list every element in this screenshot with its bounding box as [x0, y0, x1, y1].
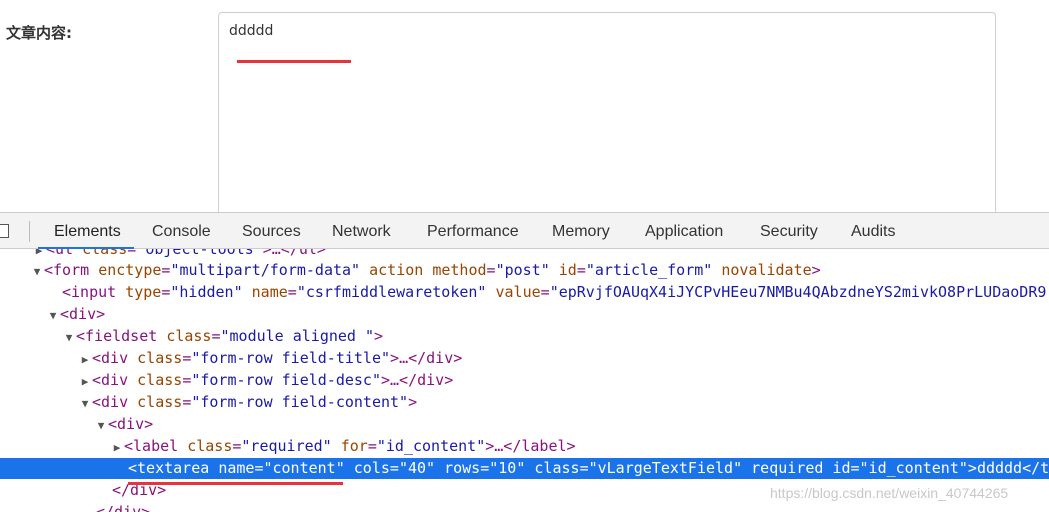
expand-triangle-icon[interactable]: ▶ [110, 437, 124, 459]
dom-node-close-div[interactable]: </div> [0, 501, 1049, 512]
watermark: https://blog.csdn.net/weixin_40744265 [770, 485, 1009, 501]
annotation-underline-bottom [128, 482, 343, 485]
elements-tree: ▶ <ul class="object-tools">…</ul> ▼ <form … [0, 249, 1049, 512]
tab-audits[interactable]: Audits [851, 213, 895, 249]
tab-network[interactable]: Network [332, 213, 391, 249]
tab-sources[interactable]: Sources [242, 213, 301, 249]
dom-node-form[interactable]: ▼ <form enctype="multipart/form-data" act… [0, 259, 1049, 281]
tab-memory[interactable]: Memory [552, 213, 610, 249]
dom-node-label[interactable]: ▶ <label class="required" for="id_content… [0, 435, 1049, 457]
collapse-triangle-icon[interactable]: ▼ [94, 415, 108, 437]
expand-triangle-icon[interactable]: ▶ [78, 371, 92, 393]
devtools-panel: Elements Console Sources Network Perform… [0, 212, 1049, 512]
content-textarea[interactable]: ddddd [218, 12, 996, 222]
tab-elements[interactable]: Elements [54, 213, 121, 249]
dom-node-field-title[interactable]: ▶ <div class="form-row field-title">…</di… [0, 347, 1049, 369]
dom-node-fieldset[interactable]: ▼ <fieldset class="module aligned "> [0, 325, 1049, 347]
dom-node-inner-div[interactable]: ▼ <div> [0, 413, 1049, 435]
expand-triangle-icon[interactable]: ▶ [78, 349, 92, 371]
dom-node-field-desc[interactable]: ▶ <div class="form-row field-desc">…</div… [0, 369, 1049, 391]
tab-performance[interactable]: Performance [427, 213, 519, 249]
dom-node-div[interactable]: ▼ <div> [0, 303, 1049, 325]
devtools-tabbar: Elements Console Sources Network Perform… [0, 212, 1049, 249]
dom-node-textarea-selected[interactable]: <textarea name="content" cols="40" rows=… [0, 458, 1049, 479]
dom-node-field-content[interactable]: ▼ <div class="form-row field-content"> [0, 391, 1049, 413]
collapse-triangle-icon[interactable]: ▼ [62, 327, 76, 349]
collapse-triangle-icon[interactable]: ▼ [46, 305, 60, 327]
collapse-triangle-icon[interactable]: ▼ [78, 393, 92, 415]
dom-node-input[interactable]: <input type="hidden" name="csrfmiddlewar… [0, 281, 1049, 303]
page-area: 文章内容: ddddd [0, 0, 1049, 222]
collapse-triangle-icon[interactable]: ▼ [30, 261, 44, 283]
textarea-value: ddddd [229, 23, 274, 39]
field-label: 文章内容: [6, 24, 72, 42]
annotation-underline-top [237, 60, 351, 63]
inspect-icon[interactable] [0, 224, 9, 238]
tab-console[interactable]: Console [152, 213, 211, 249]
tab-separator [29, 221, 30, 242]
tab-security[interactable]: Security [760, 213, 818, 249]
tab-application[interactable]: Application [645, 213, 723, 249]
